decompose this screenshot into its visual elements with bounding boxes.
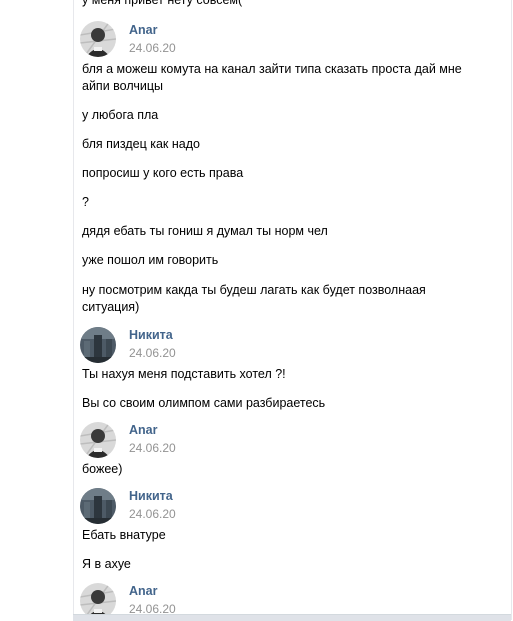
message-text: божее) (82, 462, 123, 476)
message-text: дядя ебать ты гониш я думал ты норм чел (82, 224, 328, 238)
message-date[interactable]: 24.06.20 (129, 346, 176, 360)
nikita-avatar-icon[interactable] (80, 327, 116, 363)
message-text: ? (82, 195, 89, 209)
message-text: бля пиздец как надо (82, 137, 200, 151)
message-author[interactable]: Anar (129, 584, 157, 598)
anar-avatar-icon[interactable] (80, 21, 116, 57)
anar-avatar-icon[interactable] (80, 422, 116, 458)
message-text: Ебать внатуре (82, 528, 166, 542)
message-author[interactable]: Anar (129, 23, 157, 37)
message-date[interactable]: 24.06.20 (129, 441, 176, 455)
message-text: ну посмотрим какда ты будеш лагать как б… (82, 283, 426, 314)
message-date[interactable]: 24.06.20 (129, 41, 176, 55)
message-text: Вы со своим олимпом сами разбираетесь (82, 396, 326, 410)
message-author[interactable]: Никита (129, 328, 173, 342)
message-text: уже пошол им говорить (82, 253, 219, 267)
message-text: у любога пла (82, 108, 159, 122)
nikita-avatar-icon[interactable] (80, 488, 116, 524)
message-text: Ты нахуя меня подставить хотел ?! (82, 367, 286, 381)
message-text: у меня привет нету совсем( (82, 0, 243, 7)
message-text: попросиш у кого есть права (82, 166, 244, 180)
message-text: бля а можеш комута на канал зайти типа с… (82, 62, 462, 93)
message-author[interactable]: Anar (129, 423, 157, 437)
message-author[interactable]: Никита (129, 489, 173, 503)
message-text: Я в ахуе (82, 557, 131, 571)
message-date[interactable]: 24.06.20 (129, 507, 176, 521)
